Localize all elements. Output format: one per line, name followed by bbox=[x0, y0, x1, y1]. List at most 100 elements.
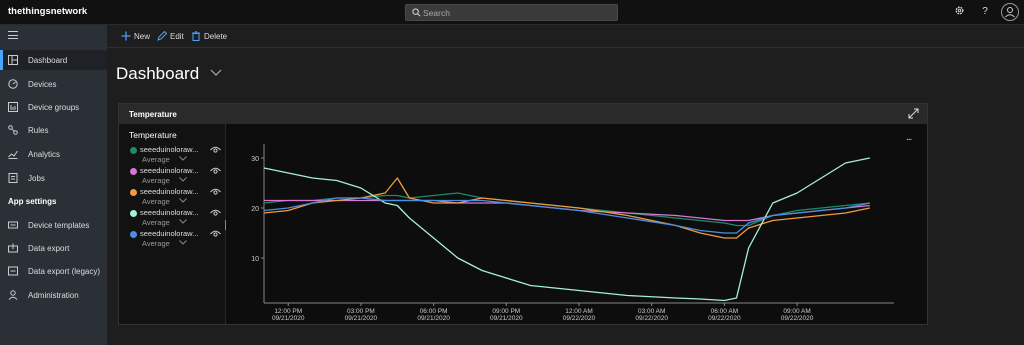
x-tick-date-label: 09/22/2020 bbox=[708, 315, 741, 322]
sidebar-item-label: Jobs bbox=[28, 174, 45, 183]
search-placeholder: Search bbox=[423, 8, 450, 18]
y-tick-label: 30 bbox=[251, 156, 259, 163]
aggregation-select[interactable]: Average bbox=[142, 176, 170, 185]
search-input[interactable]: Search bbox=[405, 4, 618, 21]
top-bar: thethingsnetwork Search ? bbox=[0, 0, 1024, 25]
aggregation-select[interactable]: Average bbox=[142, 218, 170, 227]
chevron-down-icon[interactable] bbox=[179, 198, 187, 203]
rules-icon bbox=[8, 125, 18, 135]
aggregation-select[interactable]: Average bbox=[142, 197, 170, 206]
x-tick-time-label: 12:00 AM bbox=[565, 308, 592, 315]
temperature-line-chart: 10203012:00 PM09/21/202003:00 PM09/21/20… bbox=[251, 144, 894, 322]
y-tick-label: 20 bbox=[251, 206, 259, 213]
command-bar: New Edit Delete bbox=[107, 25, 1024, 48]
series-line-5 bbox=[263, 197, 870, 234]
series-color-dot bbox=[130, 210, 137, 217]
sidebar-item-device-templates[interactable]: Device templates bbox=[0, 215, 107, 235]
sidebar-item-label: Data export (legacy) bbox=[28, 267, 101, 276]
eye-icon[interactable] bbox=[210, 167, 221, 175]
chevron-down-icon[interactable] bbox=[179, 219, 187, 224]
legend-series-name: seeeduinoloraw... bbox=[140, 208, 199, 217]
x-tick-time-label: 03:00 AM bbox=[638, 308, 665, 315]
legend-series-name: seeeduinoloraw... bbox=[140, 187, 199, 196]
pencil-icon bbox=[157, 31, 167, 41]
eye-icon[interactable] bbox=[210, 230, 221, 238]
data-export-legacy-icon bbox=[8, 266, 18, 276]
x-tick-date-label: 09/22/2020 bbox=[635, 315, 668, 322]
expand-icon[interactable] bbox=[908, 108, 919, 119]
app-brand[interactable]: thethingsnetwork bbox=[8, 6, 87, 17]
device-templates-icon bbox=[8, 221, 18, 229]
sidebar-item-data-export-legacy[interactable]: Data export (legacy) bbox=[0, 261, 107, 281]
temperature-tile: Temperature Temperature seeeduinoloraw..… bbox=[118, 103, 928, 325]
tile-header: Temperature bbox=[119, 104, 927, 124]
chevron-down-icon[interactable] bbox=[179, 177, 187, 182]
legend-series-name: seeeduinoloraw... bbox=[140, 229, 199, 238]
sidebar-item-label: Devices bbox=[28, 80, 57, 89]
legend-series-name: seeeduinoloraw... bbox=[140, 166, 199, 175]
help-icon[interactable]: ? bbox=[978, 5, 992, 19]
legend-item[interactable]: seeeduinoloraw... Average bbox=[129, 207, 224, 228]
eye-icon[interactable] bbox=[210, 188, 221, 196]
dashboard-icon bbox=[8, 55, 18, 65]
x-tick-date-label: 09/21/2020 bbox=[417, 315, 450, 322]
sidebar-item-jobs[interactable]: Jobs bbox=[0, 168, 107, 188]
legend-item[interactable]: seeeduinoloraw... Average bbox=[129, 186, 224, 207]
y-tick-label: 10 bbox=[251, 256, 259, 263]
legend-series-name: seeeduinoloraw... bbox=[140, 145, 199, 154]
series-color-dot bbox=[130, 189, 137, 196]
sidebar-item-administration[interactable]: Administration bbox=[0, 285, 107, 305]
sidebar-item-dashboard[interactable]: Dashboard bbox=[0, 50, 107, 70]
x-tick-time-label: 06:00 AM bbox=[711, 308, 738, 315]
sidebar-item-label: Device templates bbox=[28, 221, 90, 230]
x-tick-time-label: 12:00 PM bbox=[274, 308, 302, 315]
x-tick-date-label: 09/21/2020 bbox=[345, 315, 378, 322]
chart-legend: Temperature seeeduinoloraw... Average se… bbox=[119, 124, 227, 324]
chart-area: ... 10 20 30 12:00 PM 09/21/2020 03:00 PM 09/2… bbox=[226, 124, 927, 324]
x-tick-time-label: 09:00 AM bbox=[783, 308, 810, 315]
aggregation-select[interactable]: Average bbox=[142, 155, 170, 164]
chevron-down-icon[interactable] bbox=[179, 240, 187, 245]
sidebar-item-data-export[interactable]: Data export bbox=[0, 238, 107, 258]
legend-item[interactable]: seeeduinoloraw... Average bbox=[129, 144, 224, 165]
x-tick-time-label: 09:00 PM bbox=[492, 308, 520, 315]
page-title: Dashboard bbox=[116, 64, 200, 83]
delete-button-label: Delete bbox=[204, 32, 228, 41]
eye-icon[interactable] bbox=[210, 209, 221, 217]
sidebar-item-label: Device groups bbox=[28, 103, 80, 112]
legend-item[interactable]: seeeduinoloraw... Average bbox=[129, 165, 224, 186]
jobs-icon bbox=[8, 173, 18, 183]
x-tick-time-label: 06:00 PM bbox=[420, 308, 448, 315]
sidebar-item-device-groups[interactable]: Device groups bbox=[0, 97, 107, 117]
plus-icon bbox=[121, 31, 131, 41]
avatar-icon[interactable] bbox=[1001, 3, 1019, 21]
tile-title: Temperature bbox=[129, 110, 177, 119]
aggregation-select[interactable]: Average bbox=[142, 239, 170, 248]
edit-button-label: Edit bbox=[170, 32, 184, 41]
x-tick-date-label: 09/22/2020 bbox=[563, 315, 596, 322]
x-tick-time-label: 03:00 PM bbox=[347, 308, 375, 315]
series-line-3 bbox=[263, 177, 870, 239]
gear-icon[interactable] bbox=[952, 5, 966, 19]
sidebar-item-label: Administration bbox=[28, 291, 79, 300]
administration-icon bbox=[8, 290, 18, 300]
legend-item[interactable]: seeeduinoloraw... Average bbox=[129, 228, 224, 249]
chevron-down-icon[interactable] bbox=[210, 69, 222, 76]
sidebar-item-analytics[interactable]: Analytics bbox=[0, 144, 107, 164]
sidebar-item-devices[interactable]: Devices bbox=[0, 74, 107, 94]
chevron-down-icon[interactable] bbox=[179, 156, 187, 161]
sidebar-item-label: Dashboard bbox=[28, 56, 68, 65]
sidebar-item-rules[interactable]: Rules bbox=[0, 120, 107, 140]
main-area: New Edit Delete Dashboard Temperature Te… bbox=[107, 25, 1024, 345]
devices-icon bbox=[8, 79, 18, 89]
trash-icon bbox=[192, 31, 200, 41]
more-options-icon[interactable]: ... bbox=[906, 132, 912, 143]
eye-icon[interactable] bbox=[210, 146, 221, 154]
hamburger-menu-icon[interactable] bbox=[8, 31, 18, 42]
device-groups-icon bbox=[8, 102, 18, 112]
sidebar: Dashboard Devices Device groups Rules An… bbox=[0, 25, 107, 345]
x-tick-date-label: 09/21/2020 bbox=[490, 315, 523, 322]
analytics-icon bbox=[8, 150, 18, 159]
series-color-dot bbox=[130, 231, 137, 238]
sidebar-section-app-settings: App settings bbox=[8, 197, 57, 206]
